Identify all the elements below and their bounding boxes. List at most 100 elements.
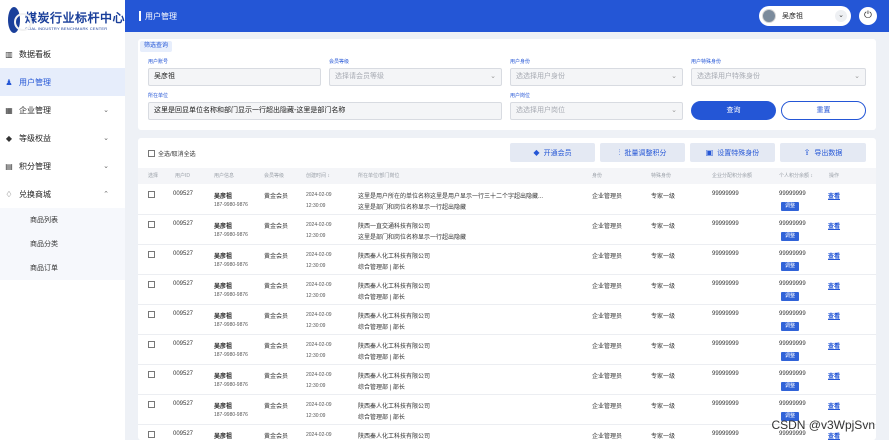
table-row: 009527吴彦祖187-9980-9876黄金会员2024-02-0912:3… — [138, 335, 876, 365]
set-special-identity-button[interactable]: ▣ 设置特殊身份 — [690, 143, 775, 162]
view-link[interactable]: 查看 — [828, 311, 840, 320]
special-identity-select[interactable]: 选选择用户特殊身份 ⌄ — [691, 68, 866, 86]
cell-id: 009527 — [173, 341, 194, 347]
table-row: 009527吴彦祖187-9980-9876黄金会员2024-02-0912:3… — [138, 215, 876, 245]
view-link[interactable]: 查看 — [828, 191, 840, 200]
view-link[interactable]: 查看 — [828, 251, 840, 260]
cell-time: 12:30:09 — [306, 203, 326, 209]
column-header-sortable[interactable]: 创建时间 ↕ — [306, 168, 330, 184]
sidebar-item-dashboard[interactable]: ▥ 数据看板 — [0, 40, 125, 68]
column-header: 特殊身份 — [651, 173, 672, 179]
cell-date: 2024-02-09 — [306, 342, 332, 348]
cell-company-points: 99999999 — [712, 191, 739, 197]
unit-label: 所在单位 — [148, 93, 169, 99]
view-link[interactable]: 查看 — [828, 221, 840, 230]
cell-special: 专家一级 — [651, 434, 676, 440]
open-membership-button[interactable]: ◆ 开通会员 — [510, 143, 595, 162]
page-title: 用户管理 — [145, 11, 177, 21]
filter-panel: 筛选查询 用户账号 吴彦祖 会员等级 选择请会员等级 ⌄ 用户身份 选选择用户身… — [138, 39, 876, 130]
cell-company-points: 99999999 — [712, 311, 739, 317]
cell-name: 吴彦祖 — [214, 404, 233, 410]
adjust-points-button[interactable]: 调整 — [781, 322, 799, 331]
select-all-label: 全选/取消全选 — [158, 152, 196, 158]
view-link[interactable]: 查看 — [828, 401, 840, 410]
adjust-points-button[interactable]: 调整 — [781, 262, 799, 271]
cell-id: 009527 — [173, 371, 194, 377]
table-row: 009527吴彦祖187-9980-9876黄金会员2024-02-0912:3… — [138, 425, 876, 440]
cell-identity: 企业管理员 — [592, 404, 623, 410]
sidebar-subitem-product-order[interactable]: 商品订单 — [0, 256, 125, 280]
cell-personal-points: 99999999 — [779, 191, 806, 197]
row-checkbox[interactable] — [148, 311, 155, 318]
adjust-points-button[interactable]: 调整 — [781, 352, 799, 361]
adjust-points-button[interactable]: 调整 — [781, 382, 799, 391]
row-checkbox[interactable] — [148, 281, 155, 288]
cell-name: 吴彦祖 — [214, 284, 233, 290]
user-identity-label: 用户身份 — [510, 59, 531, 65]
cell-personal-points: 99999999 — [779, 371, 806, 377]
view-link[interactable]: 查看 — [828, 281, 840, 290]
adjust-points-button[interactable]: 调整 — [781, 292, 799, 301]
sidebar-item-enterprise-management[interactable]: ▦ 企业管理 ⌄ — [0, 96, 125, 124]
row-checkbox[interactable] — [148, 371, 155, 378]
position-select[interactable]: 选选择用户岗位 ⌄ — [510, 102, 683, 120]
sidebar-item-exchange-mall[interactable]: ♢ 兑换商城 ⌃ — [0, 180, 125, 208]
row-checkbox[interactable] — [148, 251, 155, 258]
logo-subtitle: COAL INDUSTRY BENCHMARK CENTER — [24, 26, 108, 31]
row-checkbox[interactable] — [148, 341, 155, 348]
cell-dept: 综合管理部 | 部长 — [358, 265, 405, 271]
cell-level: 黄金会员 — [264, 434, 289, 440]
export-data-button[interactable]: ⇪ 导出数据 — [780, 143, 866, 162]
cell-dept: 综合管理部 | 部长 — [358, 325, 405, 331]
batch-adjust-points-button[interactable]: ⫶ 批量调整积分 — [600, 143, 685, 162]
user-menu[interactable]: 吴彦祖 ⌄ — [759, 6, 851, 26]
query-button[interactable]: 查询 — [691, 101, 776, 120]
member-level-select[interactable]: 选择请会员等级 ⌄ — [329, 68, 502, 86]
sliders-icon: ⫶ — [618, 147, 621, 157]
cell-unit: 陕西秦人化工科技有限公司 — [358, 344, 431, 350]
table-row: 009527吴彦祖187-9980-9876黄金会员2024-02-0912:3… — [138, 395, 876, 425]
user-identity-select[interactable]: 选选择用户身份 ⌄ — [510, 68, 683, 86]
cell-phone: 187-9980-9876 — [214, 382, 248, 388]
building-icon: ▦ — [5, 105, 13, 115]
sidebar-item-points-management[interactable]: ▤ 积分管理 ⌄ — [0, 152, 125, 180]
select-all-checkbox[interactable] — [148, 150, 155, 157]
cell-phone: 187-9980-9876 — [214, 352, 248, 358]
adjust-points-button[interactable]: 调整 — [781, 202, 799, 211]
chevron-down-icon: ⌄ — [490, 73, 496, 80]
sidebar-item-user-management[interactable]: ♟ 用户管理 — [0, 68, 125, 96]
power-icon[interactable]: ⏻ — [859, 7, 877, 25]
chevron-up-icon: ⌃ — [103, 191, 109, 198]
sidebar: 煤炭行业标杆中心 COAL INDUSTRY BENCHMARK CENTER … — [0, 0, 125, 440]
sidebar-subitem-product-category[interactable]: 商品分类 — [0, 232, 125, 256]
adjust-points-button[interactable]: 调整 — [781, 232, 799, 241]
special-identity-placeholder: 选选择用户特殊身份 — [697, 73, 760, 80]
view-link[interactable]: 查看 — [828, 371, 840, 380]
cell-company-points: 99999999 — [712, 251, 739, 257]
cell-personal-points: 99999999 — [779, 401, 806, 407]
select-all-toggle[interactable]: 全选/取消全选 — [148, 149, 196, 158]
cell-date: 2024-02-09 — [306, 432, 332, 438]
reset-button[interactable]: 重置 — [781, 101, 866, 120]
unit-input[interactable]: 这里是回显单位名称和部门显示一行超出隐藏-这里是部门名称 — [148, 102, 502, 120]
cell-date: 2024-02-09 — [306, 192, 332, 198]
row-checkbox[interactable] — [148, 431, 155, 438]
chevron-down-icon[interactable]: ⌄ — [835, 10, 847, 22]
row-checkbox[interactable] — [148, 401, 155, 408]
user-account-input[interactable]: 吴彦祖 — [148, 68, 321, 86]
cell-unit: 陕西秦人化工科技有限公司 — [358, 314, 431, 320]
sidebar-item-level-rights[interactable]: ◆ 等级权益 ⌄ — [0, 124, 125, 152]
view-link[interactable]: 查看 — [828, 431, 840, 440]
cell-dept: 综合管理部 | 部长 — [358, 355, 405, 361]
column-header: 用户信息 — [214, 173, 235, 179]
cell-phone: 187-9980-9876 — [214, 262, 248, 268]
view-link[interactable]: 查看 — [828, 341, 840, 350]
cell-name: 吴彦祖 — [214, 434, 233, 440]
sidebar-item-label: 兑换商城 — [19, 189, 51, 199]
row-checkbox[interactable] — [148, 191, 155, 198]
row-checkbox[interactable] — [148, 221, 155, 228]
sidebar-subitem-product-list[interactable]: 商品列表 — [0, 208, 125, 232]
cell-personal-points: 99999999 — [779, 221, 806, 227]
cell-level: 黄金会员 — [264, 254, 289, 260]
column-header-sortable[interactable]: 个人积分余额 ↕ — [779, 168, 813, 184]
